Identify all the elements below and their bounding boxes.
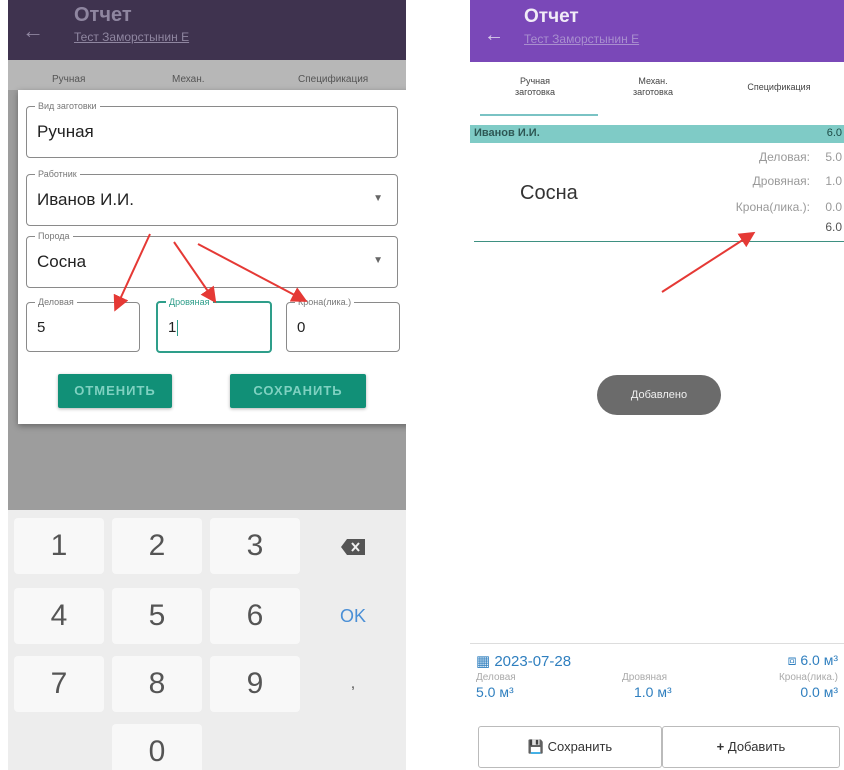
save-button[interactable]: СОХРАНИТЬ xyxy=(230,374,366,408)
firewood-label: Дровяная xyxy=(166,296,213,308)
firewood-summary-value: 1.0 м³ xyxy=(634,684,672,700)
plus-icon: + xyxy=(716,739,728,754)
app-title: Отчет xyxy=(524,6,579,27)
cancel-button[interactable]: ОТМЕНИТЬ xyxy=(58,374,172,408)
tab-manual-line2: заготовка xyxy=(515,87,555,97)
tab-mechanical[interactable]: Механ. xyxy=(172,74,205,85)
tab-mechanical[interactable]: Механ. заготовка xyxy=(618,76,688,98)
dropdown-arrow-icon: ▼ xyxy=(373,255,383,266)
key-5[interactable]: 5 xyxy=(112,588,202,644)
harvest-type-label: Вид заготовки xyxy=(35,100,100,112)
firewood-value: 1 xyxy=(168,319,177,336)
app-title: Отчет xyxy=(74,4,132,26)
crown-summary-value: 0.0 м³ xyxy=(800,684,838,700)
business-label: Деловая xyxy=(35,296,77,308)
tab-mech-line1: Механ. xyxy=(638,76,668,86)
backspace-key[interactable] xyxy=(308,518,398,574)
key-6[interactable]: 6 xyxy=(210,588,300,644)
detail-value-crown: 0.0 xyxy=(825,200,842,214)
ok-key[interactable]: OK xyxy=(308,588,398,644)
active-tab-indicator xyxy=(480,114,598,116)
detail-label-firewood: Дровяная: xyxy=(752,174,810,188)
crown-value: 0 xyxy=(297,319,306,336)
key-2[interactable]: 2 xyxy=(112,518,202,574)
total-volume-value: 6.0 м³ xyxy=(800,652,838,668)
cube-icon: ⧈ xyxy=(787,652,801,668)
bottom-divider xyxy=(470,643,844,644)
toast-message: Добавлено xyxy=(597,375,721,415)
save-button-label: Сохранить xyxy=(547,739,613,754)
harvest-type-value: Ручная xyxy=(37,122,94,141)
tab-specification[interactable]: Спецификация xyxy=(724,82,834,93)
comma-key[interactable]: , xyxy=(308,656,398,712)
date-value: 2023-07-28 xyxy=(494,653,572,670)
key-4[interactable]: 4 xyxy=(14,588,104,644)
backspace-icon xyxy=(341,539,365,556)
business-summary-label: Деловая xyxy=(476,672,516,683)
species-select[interactable]: Порода Сосна ▼ xyxy=(26,230,398,288)
detail-value-business: 5.0 xyxy=(825,150,842,164)
app-subtitle: Тест Заморстынин Е xyxy=(74,30,190,44)
left-screen: ← Отчет Тест Заморстынин Е Ручная Механ.… xyxy=(8,0,406,770)
crown-field[interactable]: Крона(лика.) 0 xyxy=(286,296,400,352)
app-bar: ← Отчет Тест Заморстынин Е xyxy=(8,0,406,60)
total-volume: ⧈ 6.0 м³ xyxy=(788,652,838,669)
numeric-keypad: 1 2 3 4 5 6 OK 7 8 9 , 0 xyxy=(8,510,406,770)
add-button-label: Добавить xyxy=(727,739,786,754)
divider xyxy=(474,241,844,242)
back-arrow-icon[interactable]: ← xyxy=(22,18,44,44)
key-3[interactable]: 3 xyxy=(210,518,300,574)
tab-mech-line2: заготовка xyxy=(633,87,673,97)
tab-manual[interactable]: Ручная xyxy=(52,74,85,85)
species-name: Сосна xyxy=(520,182,578,204)
tab-manual-line1: Ручная xyxy=(519,76,551,86)
firewood-value-wrap: 1 xyxy=(168,319,179,337)
worker-label: Работник xyxy=(35,168,80,180)
tab-manual[interactable]: Ручная заготовка xyxy=(500,76,570,98)
tab-bar: Ручная заготовка Механ. заготовка Специф… xyxy=(470,62,844,118)
business-summary-value: 5.0 м³ xyxy=(476,684,514,700)
empty-key-left xyxy=(14,724,104,770)
crown-label: Крона(лика.) xyxy=(295,296,355,308)
right-screen: ← Отчет Тест Заморстынин Е Ручная загото… xyxy=(470,0,844,770)
detail-label-business: Деловая: xyxy=(759,150,810,164)
date-display[interactable]: ▦ 2023-07-28 xyxy=(476,652,571,670)
arrow-to-sum xyxy=(661,231,756,293)
business-value: 5 xyxy=(37,319,46,336)
calendar-icon: ▦ xyxy=(476,653,495,670)
detail-sum: 6.0 xyxy=(825,220,842,234)
tab-bar: Ручная Механ. Спецификация xyxy=(8,60,406,90)
add-record-dialog: Вид заготовки Ручная Работник Иванов И.И… xyxy=(18,90,406,424)
species-label: Порода xyxy=(35,230,73,242)
key-1[interactable]: 1 xyxy=(14,518,104,574)
firewood-field[interactable]: Дровяная 1 xyxy=(156,296,272,353)
key-8[interactable]: 8 xyxy=(112,656,202,712)
key-7[interactable]: 7 xyxy=(14,656,104,712)
crown-summary-label: Крона(лика.) xyxy=(778,672,838,683)
species-value: Сосна xyxy=(37,252,87,271)
worker-total: 6.0 xyxy=(826,127,842,139)
worker-select[interactable]: Работник Иванов И.И. ▼ xyxy=(26,168,398,226)
text-caret xyxy=(177,320,179,337)
worker-value: Иванов И.И. xyxy=(37,190,134,209)
tab-specification[interactable]: Спецификация xyxy=(298,74,368,85)
key-0[interactable]: 0 xyxy=(112,724,202,770)
save-icon: 💾 xyxy=(527,739,548,754)
firewood-summary-label: Дровяная xyxy=(622,672,668,683)
harvest-type-field[interactable]: Вид заготовки Ручная xyxy=(26,100,398,158)
detail-value-firewood: 1.0 xyxy=(825,174,842,188)
business-field[interactable]: Деловая 5 xyxy=(26,296,140,352)
app-bar: ← Отчет Тест Заморстынин Е xyxy=(470,0,844,62)
worker-name: Иванов И.И. xyxy=(474,127,540,139)
empty-key-right xyxy=(210,724,300,770)
save-button[interactable]: 💾 Сохранить xyxy=(478,726,662,768)
worker-row[interactable]: Иванов И.И. 6.0 xyxy=(470,125,844,143)
app-subtitle: Тест Заморстынин Е xyxy=(524,32,640,46)
dropdown-arrow-icon: ▼ xyxy=(373,193,383,204)
back-arrow-icon[interactable]: ← xyxy=(484,24,504,47)
detail-label-crown: Крона(лика.): xyxy=(735,200,810,214)
key-9[interactable]: 9 xyxy=(210,656,300,712)
add-button[interactable]: + Добавить xyxy=(662,726,840,768)
